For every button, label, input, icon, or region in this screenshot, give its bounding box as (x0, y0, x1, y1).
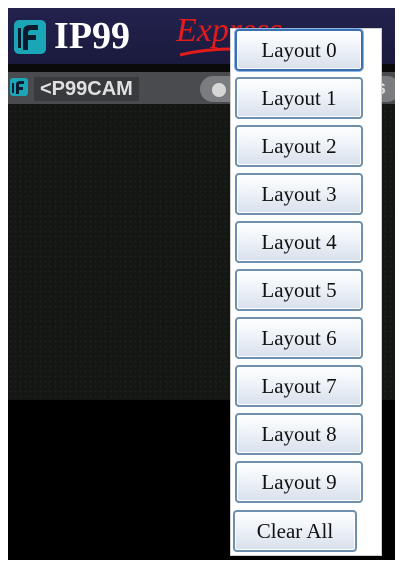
layout-4-button[interactable]: Layout 4 (235, 221, 363, 263)
clear-all-button[interactable]: Clear All (233, 510, 357, 552)
layout-3-button[interactable]: Layout 3 (235, 173, 363, 215)
brand-logo-icon (14, 20, 46, 54)
camera-name-label[interactable]: <P99CAM (34, 77, 139, 101)
layout-1-button[interactable]: Layout 1 (235, 77, 363, 119)
layout-6-button[interactable]: Layout 6 (235, 317, 363, 359)
layout-9-button[interactable]: Layout 9 (235, 461, 363, 503)
layout-0-button[interactable]: Layout 0 (235, 29, 363, 71)
layout-8-button[interactable]: Layout 8 (235, 413, 363, 455)
status-indicator-icon (212, 83, 226, 97)
layout-7-button[interactable]: Layout 7 (235, 365, 363, 407)
camera-app-icon (10, 78, 28, 96)
layout-2-button[interactable]: Layout 2 (235, 125, 363, 167)
layout-menu: Layout 0 Layout 1 Layout 2 Layout 3 Layo… (230, 28, 382, 556)
layout-5-button[interactable]: Layout 5 (235, 269, 363, 311)
brand-name: IP99 (54, 15, 130, 57)
